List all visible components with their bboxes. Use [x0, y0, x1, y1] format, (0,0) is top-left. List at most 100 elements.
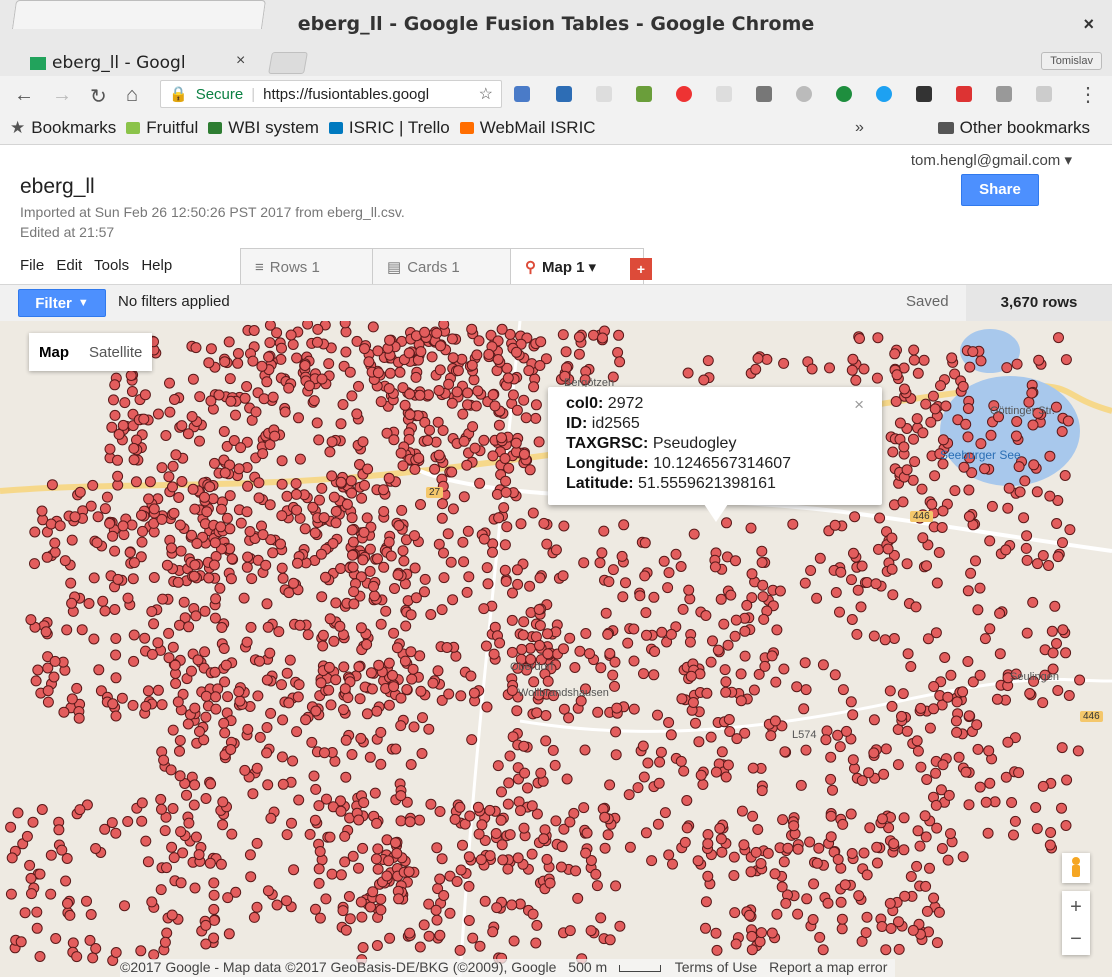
map-point-marker[interactable] — [931, 822, 943, 834]
map-point-marker[interactable] — [511, 404, 523, 416]
map-point-marker[interactable] — [735, 695, 747, 707]
map-point-marker[interactable] — [264, 499, 276, 511]
menu-help[interactable]: Help — [141, 257, 172, 274]
map-point-marker[interactable] — [302, 321, 314, 330]
map-point-marker[interactable] — [241, 381, 253, 392]
map-point-marker[interactable] — [200, 690, 212, 702]
map-point-marker[interactable] — [261, 598, 273, 610]
map-point-marker[interactable] — [905, 661, 917, 672]
map-point-marker[interactable] — [357, 942, 369, 953]
map-point-marker[interactable] — [155, 884, 167, 896]
map-point-marker[interactable] — [257, 529, 269, 541]
map-type-map[interactable]: Map — [29, 344, 79, 361]
map-point-marker[interactable] — [285, 329, 297, 341]
map-point-marker[interactable] — [676, 693, 688, 705]
map-point-marker[interactable] — [701, 687, 713, 699]
map-point-marker[interactable] — [628, 703, 640, 715]
map-point-marker[interactable] — [472, 385, 484, 397]
map-point-marker[interactable] — [888, 838, 900, 850]
map-point-marker[interactable] — [291, 352, 303, 364]
map-point-marker[interactable] — [756, 927, 767, 939]
map-point-marker[interactable] — [715, 833, 727, 845]
map-point-marker[interactable] — [739, 625, 751, 637]
map-point-marker[interactable] — [290, 478, 302, 490]
map-point-marker[interactable] — [472, 801, 484, 813]
map-point-marker[interactable] — [963, 511, 975, 522]
map-point-marker[interactable] — [928, 681, 940, 692]
map-point-marker[interactable] — [292, 691, 304, 703]
map-point-marker[interactable] — [953, 751, 965, 763]
map-point-marker[interactable] — [649, 646, 661, 657]
map-point-marker[interactable] — [473, 828, 485, 840]
map-point-marker[interactable] — [756, 557, 768, 568]
map-point-marker[interactable] — [174, 770, 186, 782]
extension-arrow-icon[interactable] — [556, 86, 572, 102]
map-point-marker[interactable] — [1009, 815, 1021, 827]
map-point-marker[interactable] — [832, 854, 844, 865]
map-point-marker[interactable] — [372, 345, 384, 357]
map-point-marker[interactable] — [74, 804, 86, 816]
map-point-marker[interactable] — [599, 811, 611, 823]
map-point-marker[interactable] — [437, 425, 449, 436]
map-point-marker[interactable] — [500, 475, 512, 487]
map-point-marker[interactable] — [155, 793, 167, 805]
map-point-marker[interactable] — [1020, 542, 1032, 554]
map-point-marker[interactable] — [375, 904, 387, 916]
map-point-marker[interactable] — [383, 699, 395, 711]
map-point-marker[interactable] — [792, 843, 804, 855]
map-point-marker[interactable] — [405, 646, 417, 658]
map-point-marker[interactable] — [610, 880, 622, 892]
map-point-marker[interactable] — [908, 344, 920, 356]
map-point-marker[interactable] — [172, 576, 184, 588]
map-point-marker[interactable] — [293, 412, 304, 424]
map-point-marker[interactable] — [397, 545, 409, 557]
map-point-marker[interactable] — [471, 349, 483, 361]
map-point-marker[interactable] — [34, 868, 46, 880]
map-point-marker[interactable] — [91, 537, 103, 549]
map-point-marker[interactable] — [836, 913, 848, 925]
map-point-marker[interactable] — [326, 470, 338, 482]
map-point-marker[interactable] — [829, 669, 841, 681]
map-point-marker[interactable] — [766, 927, 778, 939]
map-point-marker[interactable] — [146, 648, 158, 660]
map-point-marker[interactable] — [861, 869, 873, 881]
map-point-marker[interactable] — [224, 373, 236, 385]
map-point-marker[interactable] — [747, 810, 759, 822]
map-point-marker[interactable] — [157, 593, 169, 605]
map-point-marker[interactable] — [395, 815, 407, 827]
map-point-marker[interactable] — [90, 943, 102, 954]
map-point-marker[interactable] — [30, 675, 42, 687]
map-point-marker[interactable] — [244, 526, 256, 537]
map-point-marker[interactable] — [503, 777, 515, 789]
map-point-marker[interactable] — [623, 789, 635, 801]
map-point-marker[interactable] — [570, 865, 582, 877]
map-point-marker[interactable] — [912, 825, 924, 837]
map-point-marker[interactable] — [143, 493, 155, 505]
map-point-marker[interactable] — [769, 868, 781, 880]
map-point-marker[interactable] — [181, 789, 192, 801]
map-point-marker[interactable] — [965, 567, 977, 579]
map-point-marker[interactable] — [814, 931, 826, 943]
map-point-marker[interactable] — [222, 892, 234, 904]
map-point-marker[interactable] — [936, 522, 948, 533]
map-point-marker[interactable] — [281, 490, 293, 502]
map-point-marker[interactable] — [112, 573, 124, 585]
map-point-marker[interactable] — [166, 542, 177, 554]
map-point-marker[interactable] — [578, 802, 590, 814]
map-point-marker[interactable] — [916, 483, 928, 495]
map-point-marker[interactable] — [839, 879, 851, 891]
map-point-marker[interactable] — [264, 337, 276, 349]
map-point-marker[interactable] — [747, 762, 759, 774]
map-point-marker[interactable] — [500, 486, 512, 498]
map-point-marker[interactable] — [15, 936, 27, 948]
map-point-marker[interactable] — [108, 394, 119, 406]
map-point-marker[interactable] — [71, 682, 83, 694]
map-point-marker[interactable] — [330, 517, 342, 529]
map-point-marker[interactable] — [48, 671, 60, 683]
map-point-marker[interactable] — [483, 348, 495, 360]
map-point-marker[interactable] — [580, 628, 592, 639]
map-point-marker[interactable] — [260, 559, 272, 571]
map-point-marker[interactable] — [962, 585, 974, 597]
map-point-marker[interactable] — [561, 773, 573, 785]
map-point-marker[interactable] — [142, 685, 154, 697]
